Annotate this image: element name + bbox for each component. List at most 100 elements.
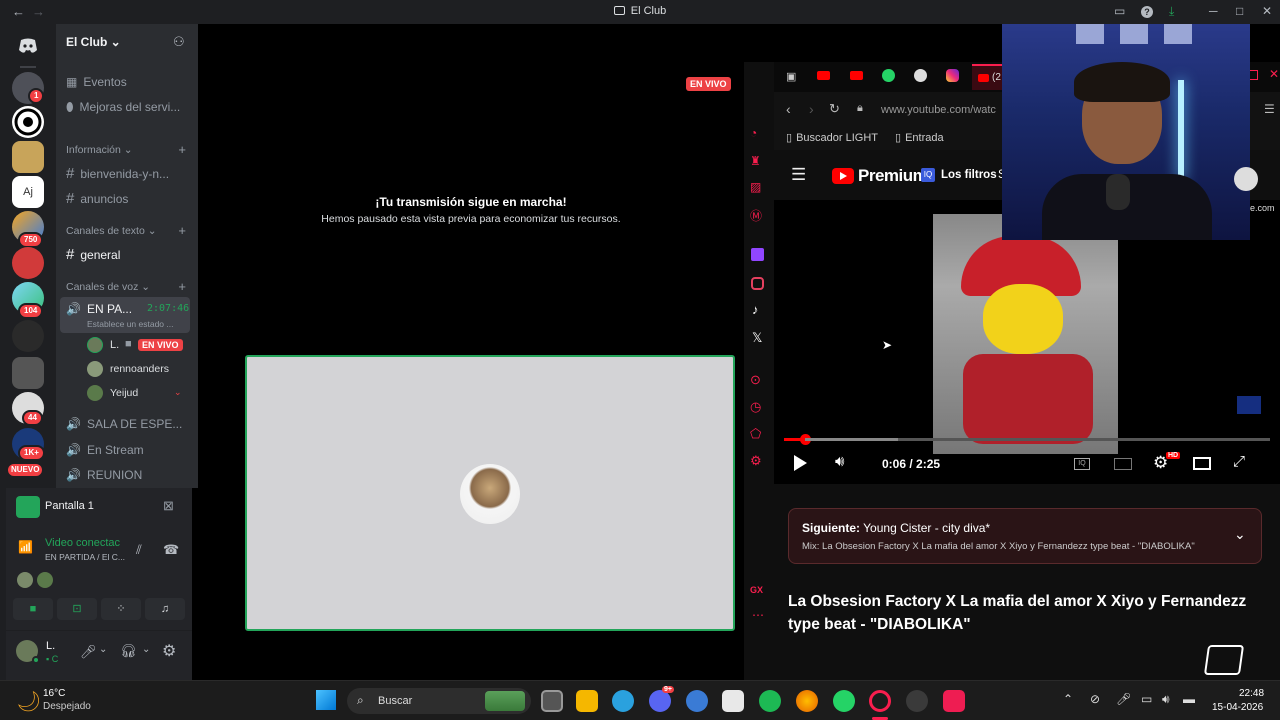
battery-icon[interactable]: ▬ xyxy=(1183,692,1195,706)
channel-announcements[interactable]: # anuncios xyxy=(66,190,128,207)
weather-text[interactable]: Despejado xyxy=(43,701,91,712)
spotify-icon[interactable] xyxy=(759,690,781,712)
active-tab[interactable]: (2 xyxy=(972,64,1002,90)
gear-icon[interactable]: ⚙ xyxy=(162,641,176,661)
channel-welcome[interactable]: # bienvenida-y-n... xyxy=(66,165,169,182)
boosts-item[interactable]: ⬮ Mejoras del servi... xyxy=(66,100,180,115)
microphone-icon[interactable]: 🎤︎ xyxy=(80,644,97,660)
whatsapp-icon[interactable] xyxy=(833,690,855,712)
chevron-down-icon[interactable]: ⌄ xyxy=(142,644,150,655)
maximize-icon[interactable]: □ xyxy=(1236,4,1243,18)
close-icon[interactable]: ✕ xyxy=(1262,4,1272,18)
history-icon[interactable]: ◷ xyxy=(750,399,761,415)
menu-icon[interactable]: ☰ xyxy=(1264,102,1275,116)
help-icon[interactable]: ? xyxy=(1141,6,1153,18)
windows-start-icon[interactable] xyxy=(316,690,336,710)
server-icon[interactable] xyxy=(12,106,44,138)
events-item[interactable]: ▦ Eventos xyxy=(66,75,127,89)
search-box[interactable]: ⌕ Buscar xyxy=(347,688,531,714)
reload-icon[interactable]: ↻ xyxy=(829,101,840,117)
bookmark-item[interactable]: ▯ Entrada xyxy=(895,131,944,144)
voice-user-name[interactable]: L. xyxy=(110,339,119,351)
add-channel-icon[interactable]: + xyxy=(178,223,186,238)
weather-icon[interactable]: 🌙︎ xyxy=(16,689,41,714)
hamburger-icon[interactable]: ☰ xyxy=(791,165,806,185)
youtube-logo-text[interactable]: Premium xyxy=(858,166,928,186)
camera-button[interactable]: ■ xyxy=(13,598,53,620)
server-icon[interactable] xyxy=(12,141,44,173)
obs-icon[interactable] xyxy=(906,690,928,712)
download-icon[interactable]: ⤓ xyxy=(1169,4,1174,19)
network-off-icon[interactable]: ⊘ xyxy=(1090,692,1100,706)
opera-gx-icon[interactable] xyxy=(869,690,891,712)
extension-icon[interactable]: IQ xyxy=(921,168,935,182)
bookmark-item[interactable]: ▯ Buscador LIGHT xyxy=(786,131,878,144)
server-icon[interactable] xyxy=(12,247,44,279)
stop-share-icon[interactable]: ⊠ xyxy=(163,498,174,514)
chevron-up-icon[interactable]: ⌃ xyxy=(1063,692,1073,706)
filters-label[interactable]: Los filtros xyxy=(941,169,997,181)
up-next-card[interactable]: Siguiente: Young Cister - city diva* Mix… xyxy=(788,508,1262,564)
chevron-down-icon[interactable]: ⌄ xyxy=(99,644,107,655)
instagram-tab-icon[interactable] xyxy=(946,69,959,82)
disconnect-icon[interactable]: ☎ xyxy=(163,542,179,558)
gx-corner-icon[interactable]: ♜ xyxy=(750,154,761,168)
avatar[interactable] xyxy=(37,572,53,588)
youtube-tab-icon[interactable] xyxy=(817,71,830,80)
avatar[interactable] xyxy=(17,572,33,588)
soundboard-button[interactable]: ♫ xyxy=(145,598,185,620)
gx-mods-icon[interactable]: Ⓜ xyxy=(750,207,762,224)
tiktok-icon[interactable] xyxy=(943,690,965,712)
clock-date[interactable]: 15-04-2026 xyxy=(1212,702,1263,713)
theater-mode-icon[interactable] xyxy=(1193,457,1211,470)
voice-channel[interactable]: 🔊 SALA DE ESPE... xyxy=(66,417,182,431)
profile-avatar[interactable] xyxy=(1234,167,1258,191)
extension-icon[interactable]: IQ xyxy=(1074,458,1090,470)
user-tile[interactable] xyxy=(245,355,735,631)
avatar[interactable] xyxy=(87,385,103,401)
screen-share-button[interactable]: ⊡ xyxy=(57,598,97,620)
youtube-tab-icon[interactable] xyxy=(850,71,863,80)
category-text[interactable]: Canales de texto ⌄ xyxy=(66,225,157,237)
progress-track[interactable] xyxy=(784,434,1270,445)
volume-icon[interactable]: 🔊︎ xyxy=(1162,692,1170,707)
chevron-down-icon[interactable]: ⌄ xyxy=(1234,526,1246,543)
url-field[interactable]: www.youtube.com/watc xyxy=(881,104,996,116)
gamepad-icon[interactable]: ▣ xyxy=(786,70,796,83)
x-twitter-icon[interactable]: 𝕏 xyxy=(752,330,762,346)
instagram-icon[interactable] xyxy=(751,277,764,290)
player-icon[interactable]: ⊙ xyxy=(750,372,761,388)
gx-control-icon[interactable]: ◔ xyxy=(750,126,757,140)
add-channel-icon[interactable]: + xyxy=(178,142,186,157)
gx-cleaner-icon[interactable]: ▨ xyxy=(750,180,761,194)
play-icon[interactable] xyxy=(794,455,807,471)
noise-suppression-icon[interactable]: ⫽ xyxy=(136,542,142,558)
server-name[interactable]: El Club ⌄ xyxy=(66,35,121,49)
extensions-icon[interactable]: ⬠ xyxy=(750,426,761,442)
volume-icon[interactable]: 🔊︎ xyxy=(835,453,844,470)
avatar[interactable] xyxy=(87,361,103,377)
voice-channel[interactable]: 🔊 En Stream xyxy=(66,443,144,457)
close-icon[interactable]: ✕ xyxy=(1269,67,1279,81)
category-info[interactable]: Información ⌄ xyxy=(66,144,133,156)
signal-icon[interactable]: 📶 xyxy=(18,540,33,554)
discord-home-icon[interactable] xyxy=(12,30,44,62)
back-arrow-icon[interactable]: ‹ xyxy=(786,101,791,117)
voice-user-name[interactable]: rennoanders xyxy=(110,363,169,375)
voice-channel[interactable]: 🔊 REUNION xyxy=(66,468,142,482)
whatsapp-tab-icon[interactable] xyxy=(882,69,895,82)
clock-time[interactable]: 22:48 xyxy=(1239,688,1264,699)
discord-icon[interactable] xyxy=(649,690,671,712)
microphone-icon[interactable]: 🎤︎ xyxy=(1116,692,1131,706)
server-icon[interactable] xyxy=(12,357,44,389)
minimize-icon[interactable]: ─ xyxy=(1209,4,1218,18)
server-icon[interactable]: Aj xyxy=(12,176,44,208)
display-icon[interactable]: ▭ xyxy=(1141,692,1152,706)
avatar[interactable] xyxy=(87,337,103,353)
twitch-icon[interactable] xyxy=(751,248,764,261)
tiktok-icon[interactable]: ♪ xyxy=(752,302,759,317)
firefox-icon[interactable] xyxy=(796,690,818,712)
task-view-icon[interactable] xyxy=(541,690,563,712)
youtube-logo-icon[interactable] xyxy=(832,168,854,184)
fullscreen-icon[interactable]: ⤢ xyxy=(1233,453,1245,470)
